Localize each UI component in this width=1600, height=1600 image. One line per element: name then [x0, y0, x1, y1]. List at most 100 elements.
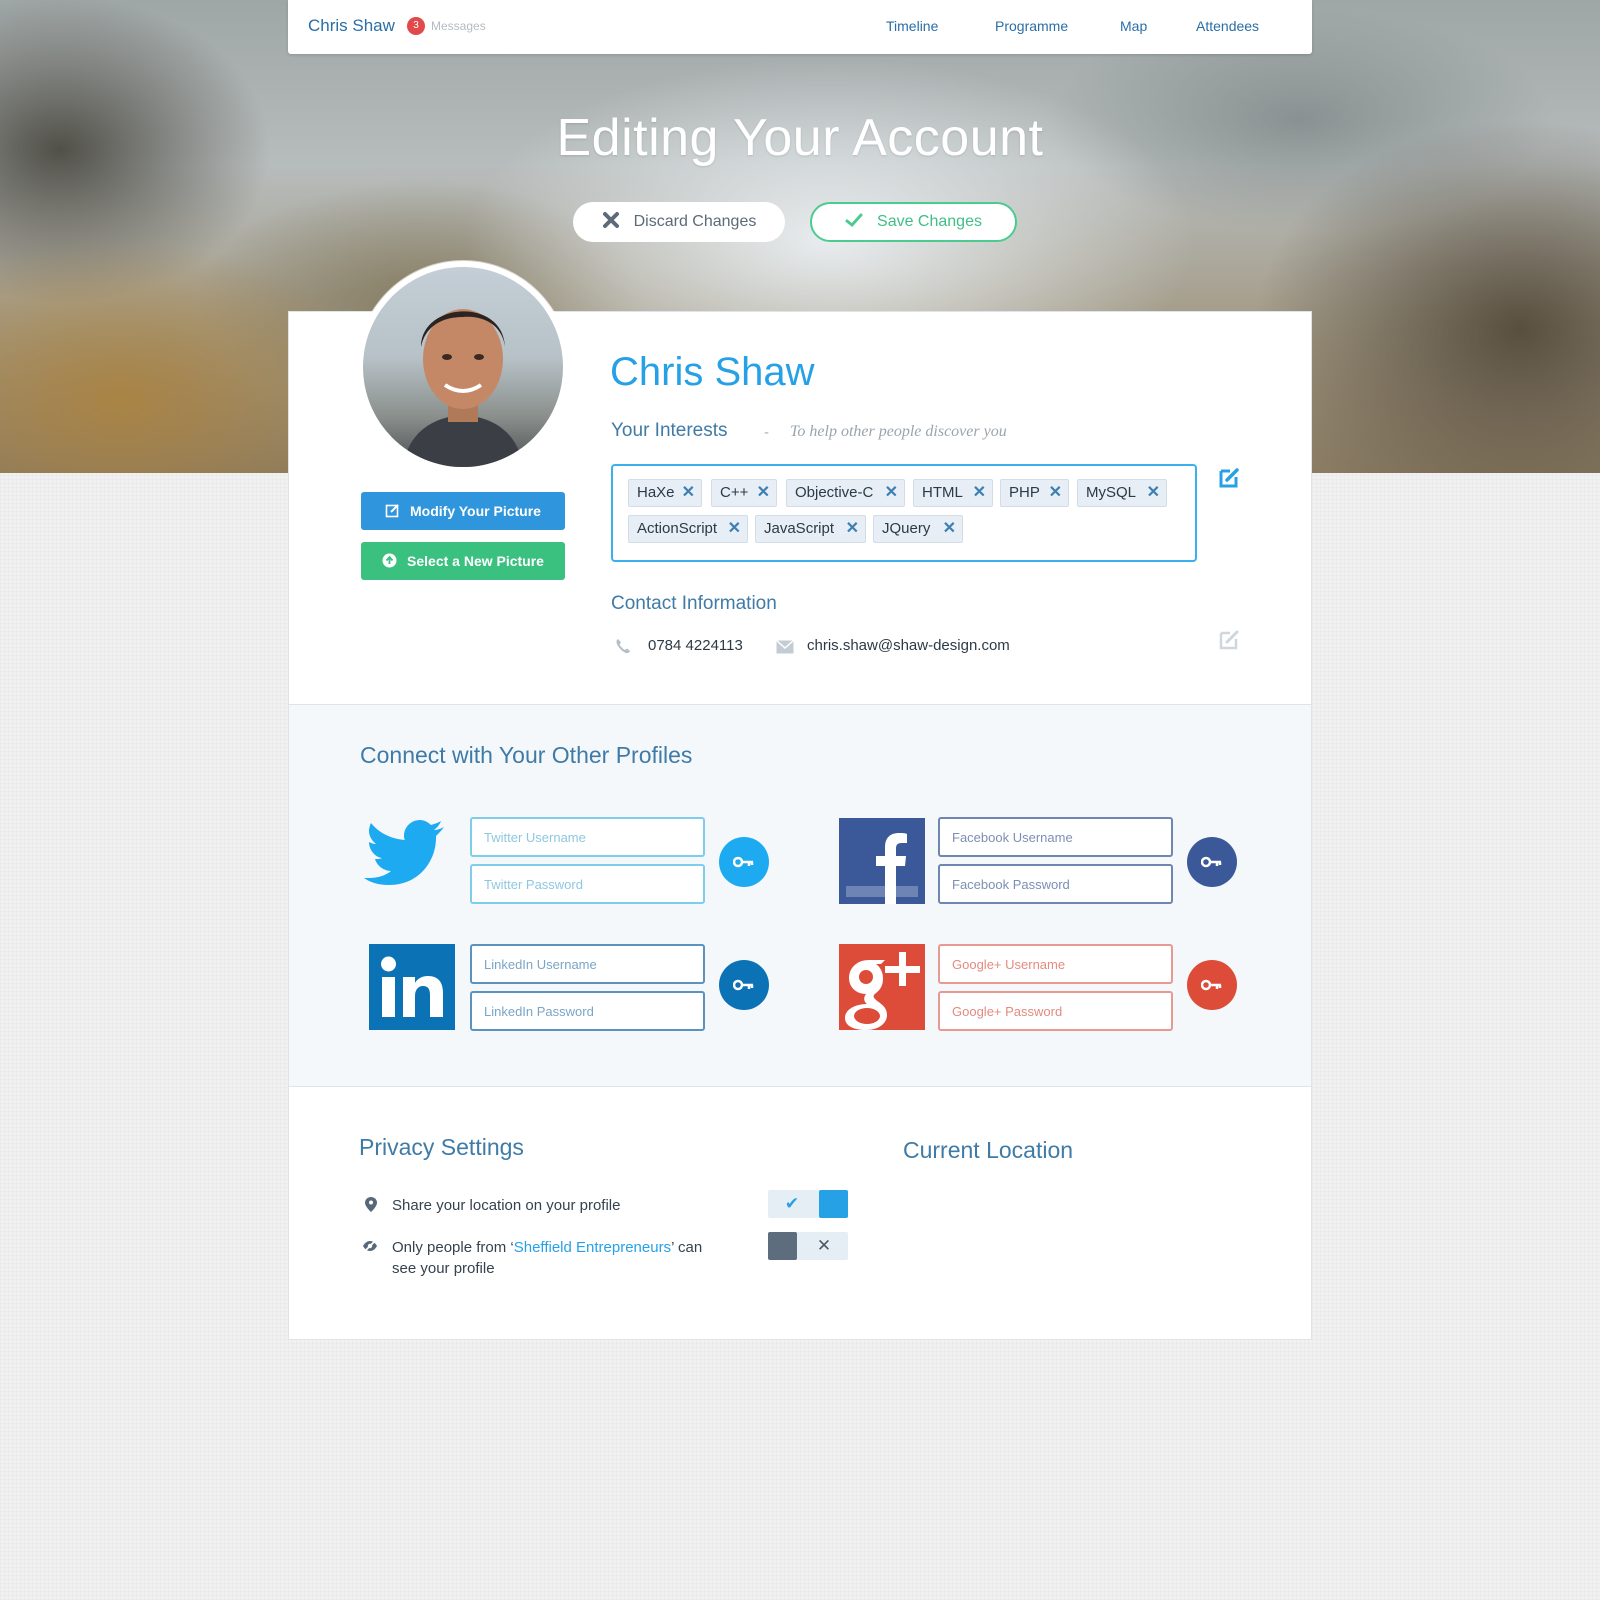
group-link[interactable]: Sheffield Entrepreneurs [514, 1239, 671, 1256]
twitter-password-input[interactable] [484, 866, 703, 902]
mail-icon [776, 640, 794, 654]
key-icon [733, 856, 754, 868]
restrict-visibility-toggle[interactable]: ✕ [768, 1232, 848, 1260]
check-icon: ✔ [784, 1194, 800, 1213]
interests-subtitle: To help other people discover you [790, 423, 1007, 440]
email-address: chris.shaw@shaw-design.com [807, 637, 1010, 654]
interest-tag[interactable]: Objective-C ✕ [786, 479, 905, 507]
save-changes-button[interactable]: Save Changes [810, 202, 1017, 242]
remove-tag-icon[interactable]: ✕ [728, 516, 741, 542]
linkedin-icon [369, 944, 455, 1030]
facebook-connect-button[interactable] [1187, 837, 1237, 887]
top-navbar: Chris Shaw 3 Messages Timeline Programme… [288, 0, 1312, 54]
googleplus-connect-button[interactable] [1187, 960, 1237, 1010]
remove-tag-icon[interactable]: ✕ [885, 480, 898, 506]
googleplus-password-input[interactable] [952, 993, 1171, 1029]
messages-link[interactable]: Messages [431, 19, 486, 33]
interest-tag[interactable]: HTML ✕ [913, 479, 993, 507]
interest-tag-label: C++ [720, 484, 749, 501]
key-icon [733, 979, 754, 991]
remove-tag-icon[interactable]: ✕ [682, 480, 695, 506]
linkedin-password-input[interactable] [484, 993, 703, 1029]
select-picture-label: Select a New Picture [407, 553, 544, 569]
facebook-icon [839, 818, 925, 904]
profile-photo [363, 267, 563, 467]
close-icon [602, 212, 619, 228]
save-changes-label: Save Changes [877, 213, 982, 230]
interest-tag-label: MySQL [1086, 484, 1137, 501]
edit-icon [385, 504, 399, 518]
twitter-password-field[interactable] [470, 864, 705, 904]
interest-tag-label: JavaScript [764, 520, 835, 537]
checkmark-icon [845, 213, 863, 228]
restrict-line2: see your profile [392, 1260, 495, 1277]
nav-map[interactable]: Map [1120, 18, 1147, 34]
interest-tag[interactable]: JavaScript ✕ [755, 515, 866, 543]
messages-count-badge[interactable]: 3 [407, 17, 425, 35]
share-location-toggle[interactable]: ✔ [768, 1190, 848, 1218]
upload-icon [382, 553, 397, 568]
twitter-icon [364, 820, 444, 885]
nav-programme[interactable]: Programme [995, 18, 1068, 34]
facebook-password-field[interactable] [938, 864, 1173, 904]
interest-tag[interactable]: ActionScript ✕ [628, 515, 748, 543]
cross-icon: ✕ [816, 1236, 832, 1255]
edit-interests-icon[interactable] [1218, 466, 1240, 488]
remove-tag-icon[interactable]: ✕ [1147, 480, 1160, 506]
page-title: Editing Your Account [556, 109, 1044, 167]
restrict-suffix: ’ can [671, 1239, 703, 1256]
person-illustration [403, 309, 523, 467]
modify-picture-button[interactable]: Modify Your Picture [361, 492, 565, 530]
interest-tag[interactable]: HaXe ✕ [628, 479, 702, 507]
remove-tag-icon[interactable]: ✕ [943, 516, 956, 542]
location-pin-icon [365, 1197, 377, 1212]
privacy-heading: Privacy Settings [359, 1134, 524, 1160]
twitter-username-field[interactable] [470, 817, 705, 857]
googleplus-password-field[interactable] [938, 991, 1173, 1031]
remove-tag-icon[interactable]: ✕ [973, 480, 986, 506]
nav-timeline[interactable]: Timeline [886, 18, 938, 34]
linkedin-password-field[interactable] [470, 991, 705, 1031]
googleplus-username-input[interactable] [952, 946, 1171, 982]
share-location-label: Share your location on your profile [392, 1197, 621, 1214]
facebook-username-field[interactable] [938, 817, 1173, 857]
toggle-knob [819, 1190, 848, 1218]
discard-changes-button[interactable]: Discard Changes [573, 202, 785, 242]
googleplus-icon [839, 944, 925, 1030]
interests-separator: - [764, 424, 769, 441]
interest-tag[interactable]: PHP ✕ [1000, 479, 1069, 507]
edit-contact-icon[interactable] [1218, 628, 1240, 650]
interest-tag[interactable]: C++ ✕ [711, 479, 777, 507]
remove-tag-icon[interactable]: ✕ [1049, 480, 1062, 506]
interest-tag-label: ActionScript [637, 520, 718, 537]
interest-tag[interactable]: JQuery ✕ [873, 515, 963, 543]
restrict-visibility-label: Only people from ‘Sheffield Entrepreneur… [392, 1237, 702, 1279]
remove-tag-icon[interactable]: ✕ [846, 516, 859, 542]
remove-tag-icon[interactable]: ✕ [757, 480, 770, 506]
discard-changes-label: Discard Changes [633, 213, 757, 230]
modify-picture-label: Modify Your Picture [410, 503, 541, 519]
connect-heading: Connect with Your Other Profiles [360, 742, 693, 768]
linkedin-username-field[interactable] [470, 944, 705, 984]
linkedin-username-input[interactable] [484, 946, 703, 982]
hidden-eye-icon [363, 1240, 377, 1252]
phone-icon [616, 639, 630, 654]
contact-heading: Contact Information [611, 593, 777, 614]
interest-tag[interactable]: MySQL ✕ [1077, 479, 1167, 507]
brand-name[interactable]: Chris Shaw [308, 16, 395, 36]
twitter-connect-button[interactable] [719, 837, 769, 887]
restrict-prefix: Only people from ‘ [392, 1239, 514, 1256]
select-picture-button[interactable]: Select a New Picture [361, 542, 565, 580]
profile-name: Chris Shaw [610, 350, 815, 394]
facebook-password-input[interactable] [952, 866, 1171, 902]
interest-tag-label: HTML [922, 484, 963, 501]
toggle-knob [768, 1232, 797, 1260]
phone-number: 0784 4224113 [648, 637, 743, 654]
key-icon [1201, 979, 1222, 991]
googleplus-username-field[interactable] [938, 944, 1173, 984]
interest-tag-label: Objective-C [795, 484, 874, 501]
facebook-username-input[interactable] [952, 819, 1171, 855]
twitter-username-input[interactable] [484, 819, 703, 855]
linkedin-connect-button[interactable] [719, 960, 769, 1010]
nav-attendees[interactable]: Attendees [1196, 18, 1259, 34]
